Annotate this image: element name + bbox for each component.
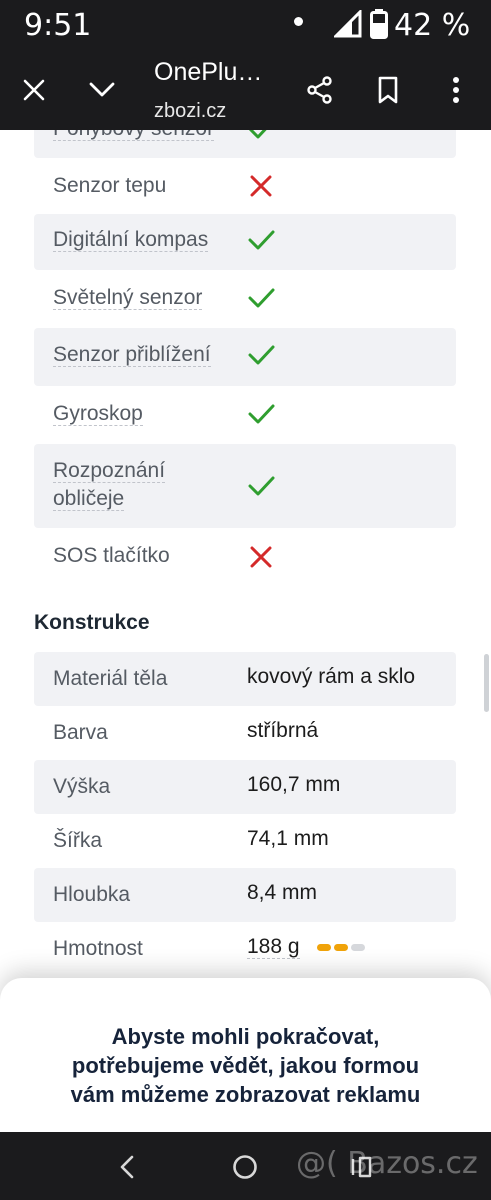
dialog-line: potřebujeme vědět, jakou formou: [71, 1053, 420, 1078]
rating-dot: [351, 943, 366, 951]
ad-consent-dialog: Abyste mohli pokračovat, potřebujeme věd…: [0, 978, 491, 1138]
spec-label[interactable]: Digitální kompas: [53, 226, 209, 254]
spec-row: Senzor tepu: [34, 158, 456, 214]
status-time: 9:51: [24, 8, 92, 43]
spec-row: Světelný senzor: [34, 270, 456, 328]
spec-label: Šířka: [53, 829, 103, 852]
check-icon: [248, 404, 275, 424]
spec-row: Hloubka 8,4 mm: [34, 868, 456, 922]
spec-value: 188 g: [247, 935, 366, 959]
spec-label[interactable]: Pohybový senzor: [53, 130, 215, 143]
spec-label: Hloubka: [53, 883, 131, 906]
check-icon: [248, 130, 267, 139]
battery-icon: [370, 9, 388, 44]
page-url: zbozi.cz: [154, 100, 227, 122]
check-icon: [248, 288, 275, 308]
status-bar: 9:51 42 %: [0, 0, 491, 50]
dialog-message: Abyste mohli pokračovat, potřebujeme věd…: [30, 1022, 461, 1109]
spec-row: SOS tlačítko: [34, 528, 456, 586]
spec-row: Pohybový senzor: [34, 130, 456, 158]
back-icon[interactable]: [110, 1150, 144, 1184]
spec-label[interactable]: Světelný senzor: [53, 284, 203, 312]
check-icon: [248, 230, 275, 250]
spec-row: Šířka 74,1 mm: [34, 814, 456, 868]
battery-percent: 42 %: [394, 8, 471, 43]
check-icon: [248, 345, 275, 365]
spec-value: 74,1 mm: [247, 827, 329, 850]
cross-icon: [250, 546, 272, 568]
check-icon: [248, 476, 275, 496]
spec-value: 8,4 mm: [247, 881, 318, 904]
signal-icon: [332, 8, 362, 43]
scrollbar[interactable]: [484, 654, 489, 712]
spec-label: Hmotnost: [53, 937, 143, 960]
page-title: OnePlu…: [154, 58, 263, 86]
home-icon[interactable]: [228, 1150, 262, 1184]
spec-label: Barva: [53, 721, 108, 744]
spec-label[interactable]: Senzor přiblížení: [53, 341, 211, 369]
spec-row: Gyroskop: [34, 386, 456, 444]
custom-tab-toolbar: OnePlu… zbozi.cz: [0, 50, 491, 130]
spec-row: Digitální kompas: [34, 214, 456, 270]
spec-row: Barva stříbrná: [34, 706, 456, 760]
section-title: Konstrukce: [34, 611, 150, 634]
weight-value[interactable]: 188 g: [247, 935, 300, 959]
spec-label[interactable]: Gyroskop: [53, 400, 143, 428]
watermark: @( Bazos.cz: [296, 1146, 478, 1181]
spec-label: Materiál těla: [53, 667, 168, 690]
spec-row: Hmotnost 188 g: [34, 922, 456, 976]
spec-value: 160,7 mm: [247, 773, 341, 796]
spec-label: Senzor tepu: [53, 174, 167, 197]
spec-row: Rozpoznání obličeje: [34, 444, 456, 528]
system-nav-bar: @( Bazos.cz: [0, 1132, 491, 1200]
more-vert-icon[interactable]: [436, 70, 476, 110]
chevron-down-icon[interactable]: [82, 70, 122, 110]
spec-value: stříbrná: [247, 719, 319, 742]
notification-dot-icon: [294, 17, 303, 26]
spec-row: Materiál těla kovový rám a sklo: [34, 652, 456, 706]
dialog-line: Abyste mohli pokračovat,: [111, 1024, 380, 1049]
dialog-line: vám můžeme zobrazovat reklamu: [70, 1082, 421, 1107]
weight-rating: [317, 943, 366, 951]
rating-dot: [334, 943, 349, 951]
spec-label: Výška: [53, 775, 111, 798]
spec-label: SOS tlačítko: [53, 544, 170, 567]
spec-row: Výška 160,7 mm: [34, 760, 456, 814]
spec-row: Senzor přiblížení: [34, 328, 456, 386]
share-icon[interactable]: [300, 70, 340, 110]
cross-icon: [250, 175, 272, 197]
close-icon[interactable]: [14, 70, 54, 110]
rating-dot: [317, 943, 332, 951]
spec-label[interactable]: Rozpoznání obličeje: [53, 457, 166, 513]
spec-value: kovový rám a sklo: [247, 665, 416, 688]
bookmark-icon[interactable]: [368, 70, 408, 110]
